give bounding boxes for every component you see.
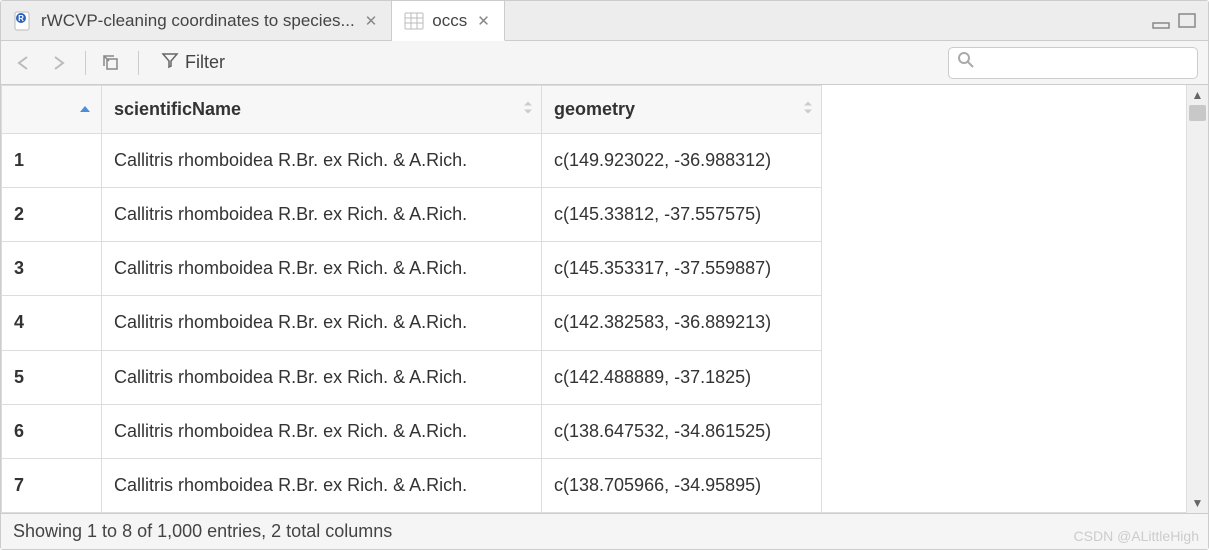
window-controls bbox=[1152, 1, 1208, 40]
cell-geometry: c(145.353317, -37.559887) bbox=[542, 242, 822, 296]
cell-scientificname: Callitris rhomboidea R.Br. ex Rich. & A.… bbox=[102, 296, 542, 350]
scroll-up-icon[interactable]: ▲ bbox=[1187, 85, 1208, 105]
status-bar: Showing 1 to 8 of 1,000 entries, 2 total… bbox=[1, 513, 1208, 549]
column-header-scientificname[interactable]: scientificName bbox=[102, 86, 542, 134]
cell-scientificname: Callitris rhomboidea R.Br. ex Rich. & A.… bbox=[102, 404, 542, 458]
cell-geometry: c(138.647532, -34.861525) bbox=[542, 404, 822, 458]
close-icon[interactable]: ✕ bbox=[363, 12, 380, 30]
cell-scientificname: Callitris rhomboidea R.Br. ex Rich. & A.… bbox=[102, 188, 542, 242]
separator bbox=[85, 51, 86, 75]
tab-label: rWCVP-cleaning coordinates to species... bbox=[41, 11, 355, 31]
table-empty-area bbox=[822, 85, 1186, 513]
tab-label: occs bbox=[432, 11, 467, 31]
search-box[interactable] bbox=[948, 47, 1198, 79]
tabs-row: R rWCVP-cleaning coordinates to species.… bbox=[1, 1, 1208, 41]
table-body: 1Callitris rhomboidea R.Br. ex Rich. & A… bbox=[2, 134, 822, 513]
sort-icon bbox=[523, 99, 533, 120]
table-row[interactable]: 4Callitris rhomboidea R.Br. ex Rich. & A… bbox=[2, 296, 822, 350]
r-script-icon: R bbox=[13, 11, 33, 31]
table-row[interactable]: 1Callitris rhomboidea R.Br. ex Rich. & A… bbox=[2, 134, 822, 188]
cell-geometry: c(142.382583, -36.889213) bbox=[542, 296, 822, 350]
cell-scientificname: Callitris rhomboidea R.Br. ex Rich. & A.… bbox=[102, 242, 542, 296]
table-area: scientificName geometry 1Callitris rhomb… bbox=[1, 85, 1208, 513]
cell-scientificname: Callitris rhomboidea R.Br. ex Rich. & A.… bbox=[102, 350, 542, 404]
row-number: 4 bbox=[2, 296, 102, 350]
table-row[interactable]: 5Callitris rhomboidea R.Br. ex Rich. & A… bbox=[2, 350, 822, 404]
minimize-icon[interactable] bbox=[1152, 13, 1172, 29]
search-input[interactable] bbox=[981, 54, 1189, 72]
cell-geometry: c(138.705966, -34.95895) bbox=[542, 458, 822, 512]
data-table-icon bbox=[404, 11, 424, 31]
filter-button[interactable]: Filter bbox=[151, 49, 235, 76]
cell-geometry: c(142.488889, -37.1825) bbox=[542, 350, 822, 404]
row-number: 1 bbox=[2, 134, 102, 188]
table-row[interactable]: 6Callitris rhomboidea R.Br. ex Rich. & A… bbox=[2, 404, 822, 458]
table-row[interactable]: 7Callitris rhomboidea R.Br. ex Rich. & A… bbox=[2, 458, 822, 512]
cell-geometry: c(149.923022, -36.988312) bbox=[542, 134, 822, 188]
maximize-icon[interactable] bbox=[1178, 13, 1198, 29]
data-table: scientificName geometry 1Callitris rhomb… bbox=[1, 85, 822, 513]
scroll-down-icon[interactable]: ▼ bbox=[1187, 493, 1208, 513]
filter-label: Filter bbox=[185, 52, 225, 73]
column-header-rownum[interactable] bbox=[2, 86, 102, 134]
close-icon[interactable]: ✕ bbox=[475, 12, 492, 30]
row-number: 7 bbox=[2, 458, 102, 512]
table-row[interactable]: 2Callitris rhomboidea R.Br. ex Rich. & A… bbox=[2, 188, 822, 242]
source-pane: R rWCVP-cleaning coordinates to species.… bbox=[0, 0, 1209, 550]
row-number: 3 bbox=[2, 242, 102, 296]
back-icon[interactable] bbox=[11, 49, 39, 77]
tab-occs[interactable]: occs ✕ bbox=[392, 1, 505, 41]
search-icon bbox=[957, 51, 975, 74]
cell-scientificname: Callitris rhomboidea R.Br. ex Rich. & A.… bbox=[102, 458, 542, 512]
filter-icon bbox=[161, 51, 179, 74]
sort-asc-icon bbox=[79, 98, 91, 119]
scrollbar[interactable]: ▲ ▼ bbox=[1186, 85, 1208, 513]
row-number: 6 bbox=[2, 404, 102, 458]
scroll-thumb[interactable] bbox=[1189, 105, 1206, 121]
tab-rwcvp-script[interactable]: R rWCVP-cleaning coordinates to species.… bbox=[1, 1, 392, 40]
cell-scientificname: Callitris rhomboidea R.Br. ex Rich. & A.… bbox=[102, 134, 542, 188]
popout-icon[interactable] bbox=[98, 49, 126, 77]
cell-geometry: c(145.33812, -37.557575) bbox=[542, 188, 822, 242]
svg-text:R: R bbox=[18, 14, 24, 23]
toolbar: Filter bbox=[1, 41, 1208, 85]
status-text: Showing 1 to 8 of 1,000 entries, 2 total… bbox=[13, 521, 392, 542]
table-row[interactable]: 3Callitris rhomboidea R.Br. ex Rich. & A… bbox=[2, 242, 822, 296]
sort-icon bbox=[803, 99, 813, 120]
row-number: 2 bbox=[2, 188, 102, 242]
separator bbox=[138, 51, 139, 75]
forward-icon[interactable] bbox=[45, 49, 73, 77]
row-number: 5 bbox=[2, 350, 102, 404]
column-header-geometry[interactable]: geometry bbox=[542, 86, 822, 134]
